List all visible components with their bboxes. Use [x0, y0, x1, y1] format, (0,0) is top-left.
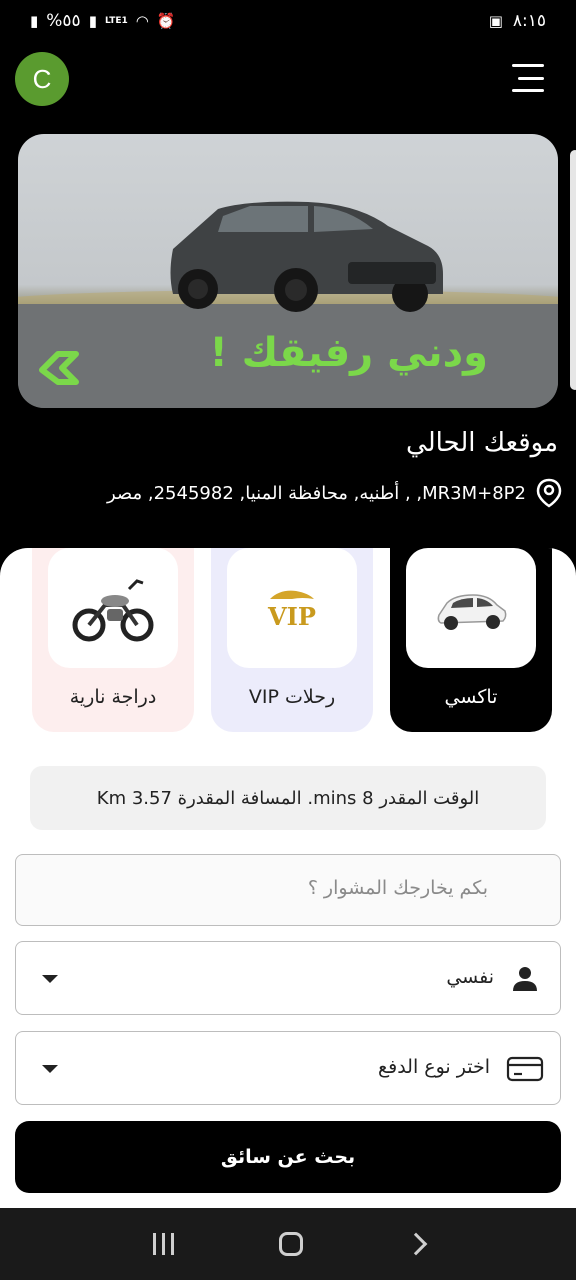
- category-tile: VIP: [227, 548, 357, 668]
- search-driver-button[interactable]: بحث عن سائق: [15, 1121, 561, 1193]
- motorcycle-icon: [72, 579, 154, 642]
- category-tile: [48, 548, 178, 668]
- promo-banner[interactable]: ودني رفيقك !: [18, 134, 558, 408]
- trip-estimate: الوقت المقدر 8 mins. المسافة المقدرة 3.5…: [30, 766, 546, 830]
- banner-slogan: ودني رفيقك !: [209, 330, 488, 376]
- person-icon: [513, 967, 537, 991]
- vip-icon: VIP: [267, 590, 316, 631]
- home-icon[interactable]: [278, 1232, 303, 1256]
- category-taxi[interactable]: تاكسي: [390, 548, 552, 732]
- status-left: ▮ %٥٥ ▮ LTE1 ◠ ⏰: [30, 11, 176, 31]
- current-location-title: موقعك الحالي: [406, 428, 558, 458]
- alarm-icon: ⏰: [156, 12, 176, 30]
- category-label: تاكسي: [444, 686, 498, 708]
- battery-level: %٥٥: [46, 11, 81, 31]
- tip-amount-input[interactable]: بكم يخارجك المشوار ؟: [15, 854, 561, 926]
- system-nav-bar: [0, 1208, 576, 1280]
- network-type: LTE1: [104, 15, 128, 26]
- signal-icon: ▮: [88, 12, 97, 30]
- booking-sheet: تاكسي VIP رحلات VIP دراجة نارية الوقت ال…: [0, 548, 576, 1208]
- chevron-down-icon: [42, 975, 58, 983]
- category-tile: [406, 548, 536, 668]
- back-icon[interactable]: [404, 1232, 427, 1256]
- tip-amount-placeholder: بكم يخارجك المشوار ؟: [307, 877, 488, 899]
- battery-icon: ▮: [30, 12, 39, 30]
- location-pin-icon: [536, 478, 562, 508]
- payment-select[interactable]: اختر نوع الدفع: [15, 1031, 561, 1105]
- avatar-letter: C: [32, 63, 52, 94]
- current-location-row[interactable]: MR3M+8P2, , أطنيه, محافظة المنيا, 254598…: [107, 478, 562, 508]
- payment-value: اختر نوع الدفع: [378, 1056, 490, 1078]
- brand-logo-icon: [39, 351, 79, 385]
- category-motorcycle[interactable]: دراجة نارية: [32, 548, 194, 732]
- status-right: ▣ ٨:١٥: [489, 11, 546, 31]
- next-banner-peek[interactable]: [570, 150, 576, 390]
- avatar[interactable]: C: [15, 52, 69, 106]
- category-vip[interactable]: VIP رحلات VIP: [211, 548, 373, 732]
- current-address: MR3M+8P2, , أطنيه, محافظة المنيا, 254598…: [106, 482, 526, 504]
- rider-value: نفسي: [446, 966, 494, 988]
- category-label: دراجة نارية: [69, 686, 157, 708]
- recents-icon[interactable]: [152, 1233, 174, 1255]
- svg-text:VIP: VIP: [267, 602, 316, 631]
- chevron-down-icon: [42, 1065, 58, 1073]
- wifi-icon: ◠: [135, 12, 149, 30]
- hamburger-menu-icon[interactable]: [512, 64, 544, 92]
- rider-select[interactable]: نفسي: [15, 941, 561, 1015]
- credit-card-icon: [506, 1056, 544, 1082]
- car-icon: [437, 594, 507, 630]
- status-bar: ▮ %٥٥ ▮ LTE1 ◠ ⏰ ▣ ٨:١٥: [0, 0, 576, 42]
- status-time: ٨:١٥: [512, 11, 546, 31]
- category-label: رحلات VIP: [248, 686, 336, 708]
- gallery-icon: ▣: [488, 12, 503, 30]
